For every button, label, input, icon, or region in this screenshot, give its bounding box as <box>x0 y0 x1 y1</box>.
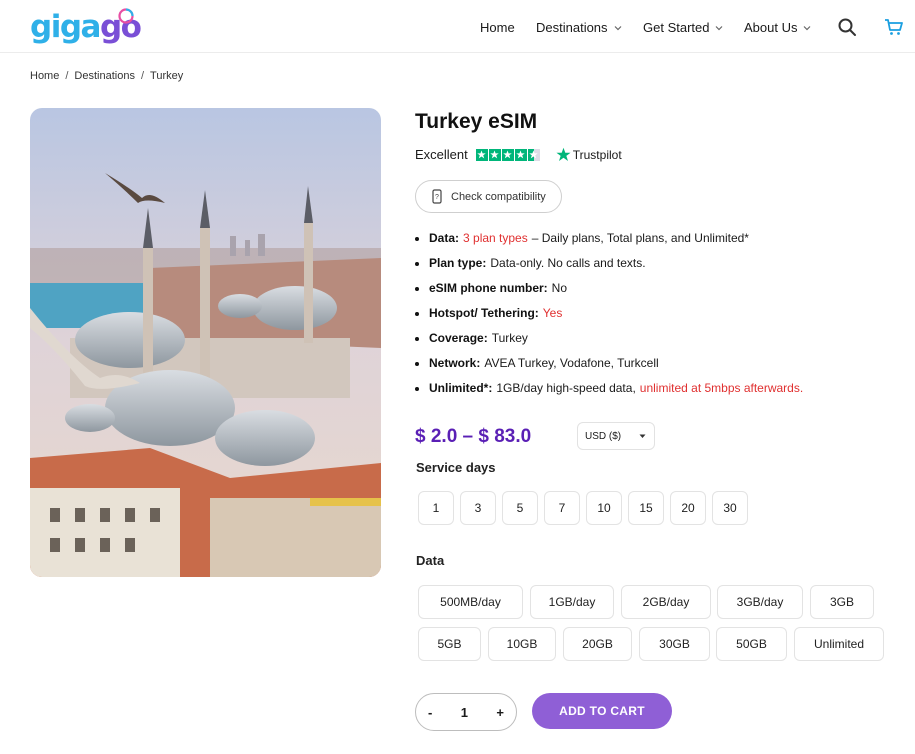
breadcrumb: Home / Destinations / Turkey <box>30 70 183 82</box>
data-option[interactable]: 3GB/day <box>717 585 803 619</box>
quantity-decrease-button[interactable]: - <box>428 705 432 720</box>
search-icon[interactable] <box>837 17 857 37</box>
data-option[interactable]: 1GB/day <box>530 585 614 619</box>
add-to-cart-button[interactable]: ADD TO CART <box>532 693 672 729</box>
data-option[interactable]: 2GB/day <box>621 585 711 619</box>
feature-hotspot: Hotspot/ Tethering: Yes <box>415 301 803 326</box>
nav-about-us[interactable]: About Us <box>744 20 811 35</box>
breadcrumb-separator: / <box>140 70 145 82</box>
nav-destinations[interactable]: Destinations <box>536 20 622 35</box>
data-option[interactable]: 50GB <box>716 627 787 661</box>
feature-network: Network: AVEA Turkey, Vodafone, Turkcell <box>415 351 803 376</box>
feature-coverage: Coverage: Turkey <box>415 326 803 351</box>
trustpilot-star-icon <box>514 148 527 161</box>
chevron-down-icon <box>716 25 723 30</box>
phone-icon: ? <box>432 189 442 204</box>
dropdown-caret-icon <box>639 434 646 438</box>
trustpilot-logo[interactable]: Trustpilot <box>556 147 622 162</box>
quantity-stepper: - 1 + <box>415 693 517 731</box>
price-range: $ 2.0 – $ 83.0 <box>415 426 532 447</box>
trustpilot-stars <box>475 148 540 161</box>
quantity-increase-button[interactable]: + <box>496 705 504 720</box>
service-day-option[interactable]: 5 <box>502 491 538 525</box>
trustpilot-star-icon <box>488 148 501 161</box>
trustpilot-star-icon <box>556 147 571 161</box>
trustpilot-star-icon <box>527 148 540 161</box>
logo-mark-icon <box>118 8 134 24</box>
feature-unlimited: Unlimited*: 1GB/day high-speed data, unl… <box>415 376 803 401</box>
feature-list: Data: 3 plan types – Daily plans, Total … <box>415 226 803 401</box>
data-option[interactable]: 5GB <box>418 627 481 661</box>
product-title: Turkey eSIM <box>415 110 538 133</box>
check-compatibility-button[interactable]: ? Check compatibility <box>415 180 562 213</box>
rating-text: Excellent <box>415 147 468 162</box>
data-option[interactable]: 30GB <box>639 627 710 661</box>
service-day-option[interactable]: 3 <box>460 491 496 525</box>
nav-home[interactable]: Home <box>480 20 515 35</box>
trustpilot-star-icon <box>501 148 514 161</box>
cart-icon[interactable] <box>884 17 904 37</box>
svg-text:?: ? <box>435 194 439 201</box>
service-day-option[interactable]: 7 <box>544 491 580 525</box>
site-logo[interactable]: gigago <box>30 8 142 44</box>
data-option[interactable]: 10GB <box>488 627 556 661</box>
breadcrumb-home[interactable]: Home <box>30 70 59 82</box>
feature-plan-type: Plan type: Data-only. No calls and texts… <box>415 251 803 276</box>
rating-row: Excellent Trustpilot <box>415 147 622 162</box>
nav-get-started[interactable]: Get Started <box>643 20 723 35</box>
chevron-down-icon <box>804 25 811 30</box>
service-day-option[interactable]: 1 <box>418 491 454 525</box>
data-option[interactable]: 20GB <box>563 627 632 661</box>
service-day-option[interactable]: 20 <box>670 491 706 525</box>
currency-select[interactable]: USD ($) <box>577 422 655 450</box>
feature-data: Data: 3 plan types – Daily plans, Total … <box>415 226 803 251</box>
product-image-istanbul <box>30 108 381 577</box>
breadcrumb-current: Turkey <box>150 70 184 82</box>
quantity-value[interactable]: 1 <box>461 705 468 720</box>
site-header: gigago Home Destinations Get Started Abo… <box>0 0 915 53</box>
data-option[interactable]: 3GB <box>810 585 874 619</box>
data-label: Data <box>416 553 445 568</box>
breadcrumb-destinations[interactable]: Destinations <box>74 70 135 82</box>
service-day-option[interactable]: 15 <box>628 491 664 525</box>
chevron-down-icon <box>614 25 621 30</box>
trustpilot-star-icon <box>475 148 488 161</box>
data-option[interactable]: Unlimited <box>794 627 884 661</box>
service-day-option[interactable]: 30 <box>712 491 748 525</box>
feature-phone-number: eSIM phone number: No <box>415 276 803 301</box>
service-day-option[interactable]: 10 <box>586 491 622 525</box>
service-days-label: Service days <box>416 460 496 475</box>
breadcrumb-separator: / <box>65 70 69 82</box>
data-option[interactable]: 500MB/day <box>418 585 523 619</box>
plan-types-link[interactable]: 3 plan types <box>463 226 528 251</box>
